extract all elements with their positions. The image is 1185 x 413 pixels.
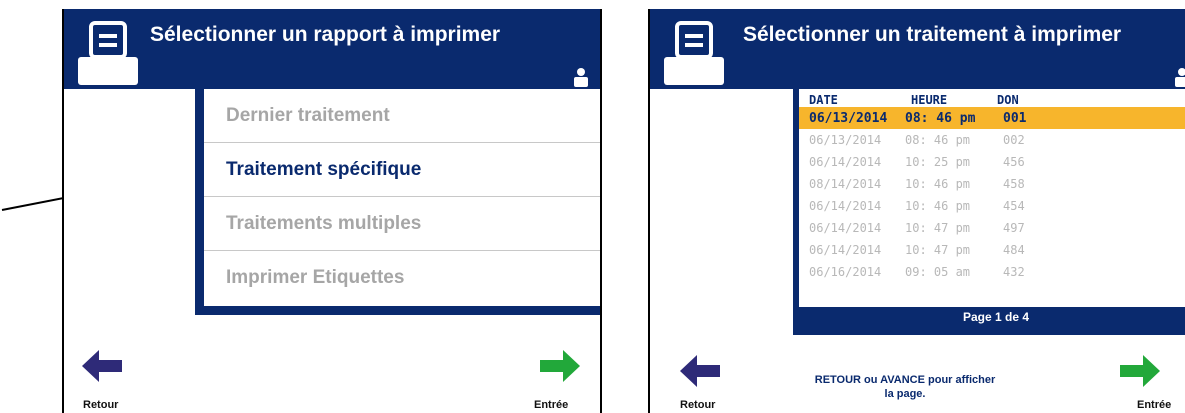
table-row[interactable]: 06/14/2014 10: 25 pm 456	[799, 151, 1185, 173]
table-row[interactable]: 06/13/2014 08: 46 pm 002	[799, 129, 1185, 151]
row-date: 06/16/2014	[809, 265, 882, 279]
hint-line-1: RETOUR ou AVANCE pour afficher	[814, 374, 996, 386]
enter-button-label[interactable]: Entrée	[1137, 399, 1171, 411]
report-menu: Dernier traitement Traitement spécifique…	[195, 89, 600, 315]
report-selection-screen: Sélectionner un rapport à imprimer Derni…	[62, 9, 602, 413]
enter-arrow-icon[interactable]	[540, 349, 580, 383]
row-don: 456	[1003, 155, 1025, 169]
row-don: 497	[1003, 221, 1025, 235]
navigation-hint: RETOUR ou AVANCE pour afficher la page.	[780, 373, 1030, 401]
row-time: 10: 47 pm	[905, 221, 971, 235]
column-time: HEURE	[911, 93, 948, 107]
row-don: 432	[1003, 265, 1025, 279]
table-row[interactable]: 06/14/2014 10: 46 pm 454	[799, 195, 1185, 217]
table-row[interactable]: 06/14/2014 10: 47 pm 484	[799, 239, 1185, 261]
list-header: DATE HEURE DON	[799, 91, 1185, 107]
treatment-selection-screen: Sélectionner un traitement à imprimer DA…	[648, 9, 1185, 413]
row-date: 06/13/2014	[809, 111, 888, 126]
row-date: 06/14/2014	[809, 243, 882, 257]
back-arrow-icon[interactable]	[680, 354, 720, 388]
column-date: DATE	[809, 93, 838, 107]
row-date: 06/13/2014	[809, 133, 882, 147]
row-date: 06/14/2014	[809, 199, 882, 213]
row-don: 002	[1003, 133, 1025, 147]
menu-item-print-labels[interactable]: Imprimer Etiquettes	[204, 251, 600, 305]
hint-line-2: la page.	[884, 388, 926, 400]
person-icon	[1175, 68, 1185, 87]
row-date: 06/14/2014	[809, 155, 882, 169]
header-bar: Sélectionner un traitement à imprimer	[650, 9, 1185, 89]
menu-item-last-treatment[interactable]: Dernier traitement	[204, 89, 600, 143]
row-date: 06/14/2014	[809, 221, 882, 235]
printer-icon	[78, 21, 138, 85]
row-date: 08/14/2014	[809, 177, 882, 191]
column-don: DON	[997, 93, 1019, 107]
row-time: 10: 47 pm	[905, 243, 971, 257]
header-bar: Sélectionner un rapport à imprimer	[64, 9, 600, 89]
row-don: 454	[1003, 199, 1025, 213]
printer-icon	[664, 21, 724, 85]
table-row[interactable]: 06/13/2014 08: 46 pm 001	[799, 107, 1185, 129]
enter-button-label[interactable]: Entrée	[534, 399, 568, 411]
enter-arrow-icon[interactable]	[1120, 354, 1160, 388]
page-title: Sélectionner un rapport à imprimer	[150, 23, 501, 46]
row-time: 10: 46 pm	[905, 177, 971, 191]
row-don: 458	[1003, 177, 1025, 191]
row-don: 484	[1003, 243, 1025, 257]
row-time: 08: 46 pm	[905, 111, 976, 126]
person-icon	[574, 68, 588, 87]
menu-item-specific-treatment[interactable]: Traitement spécifique	[204, 143, 600, 197]
row-don: 001	[1003, 111, 1027, 126]
back-arrow-icon[interactable]	[82, 349, 122, 383]
back-button-label[interactable]: Retour	[680, 399, 715, 411]
table-row[interactable]: 06/14/2014 10: 47 pm 497	[799, 217, 1185, 239]
menu-item-multiple-treatments[interactable]: Traitements multiples	[204, 197, 600, 251]
page-title: Sélectionner un traitement à imprimer	[743, 23, 1122, 46]
row-time: 10: 46 pm	[905, 199, 971, 213]
back-button-label[interactable]: Retour	[83, 399, 118, 411]
row-time: 10: 25 pm	[905, 155, 971, 169]
treatment-list: DATE HEURE DON 06/13/2014 08: 46 pm 001 …	[793, 89, 1185, 335]
row-time: 09: 05 am	[905, 265, 971, 279]
table-row[interactable]: 06/16/2014 09: 05 am 432	[799, 261, 1185, 283]
page-indicator: Page 1 de 4	[962, 310, 1030, 324]
row-time: 08: 46 pm	[905, 133, 971, 147]
table-row[interactable]: 08/14/2014 10: 46 pm 458	[799, 173, 1185, 195]
